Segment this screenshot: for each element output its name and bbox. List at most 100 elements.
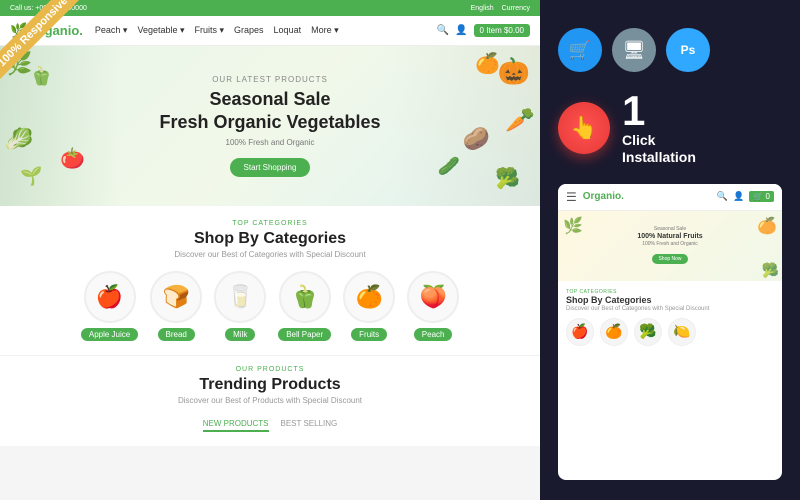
veg-potato-icon: 🥔 [463,126,490,152]
cart-icon: 🛒 [569,40,591,61]
category-img-fruits: 🍊 [343,271,395,323]
cart-icon-button[interactable]: 🛒 [558,28,602,72]
hero-subtitle: OUR LATEST PRODUCTS [159,75,380,84]
mobile-menu-icon[interactable]: ☰ [566,190,577,204]
main-container: 100% Responsive Call us: +00 (000) 00000… [0,0,800,500]
category-img-peach: 🍑 [407,271,459,323]
category-img-apple: 🍎 [84,271,136,323]
nav-link-vegetable[interactable]: Vegetable ▾ [137,25,184,36]
categories-section: TOP CATEGORIES Shop By Categories Discov… [0,206,540,355]
category-item-bread[interactable]: 🍞 Bread [150,271,202,341]
mobile-cat-orange[interactable]: 🍊 [600,318,628,346]
click-button[interactable]: 👆 [558,102,610,154]
category-label-apple: Apple Juice [81,328,138,341]
mobile-hero: 🌿 🍊 🥦 Seasonal Sale 100% Natural Fruits … [558,211,782,281]
icon-buttons-row: 🛒 🖥 Ps [558,28,782,72]
trending-tabs: NEW PRODUCTS BEST SELLING [20,417,520,432]
trending-tag: OUR PRODUCTS [20,366,520,373]
veg-pumpkin-icon: 🎃 [498,56,530,87]
categories-tag: TOP CATEGORIES [20,220,520,227]
veg-orange-icon: 🍊 [475,51,500,76]
corner-banner-text: 100% Responsive [0,0,86,85]
mobile-preview: ☰ Organio. 🔍 👤 🛒 0 🌿 🍊 🥦 Seasonal Sale 1… [558,184,782,480]
veg-herb-icon: 🌱 [20,166,42,187]
hero-title-line2: Fresh Organic Vegetables [159,112,380,132]
nav-links: Peach ▾ Vegetable ▾ Fruits ▾ Grapes Loqu… [95,25,425,36]
veg-cucumber-icon: 🥒 [438,156,460,177]
photoshop-icon-button[interactable]: Ps [666,28,710,72]
nav-icons: 🔍 👤 0 Item $0.00 [437,24,530,37]
mobile-categories-title: Shop By Categories [566,295,774,305]
trending-title: Trending Products [20,376,520,394]
photoshop-label: Ps [681,43,696,57]
click-label-line2: Installation [622,149,696,166]
hero-title: Seasonal Sale Fresh Organic Vegetables [159,88,380,135]
mobile-user-icon[interactable]: 👤 [733,191,744,202]
click-number: 1 [622,90,696,132]
category-label-bellpaper: Bell Paper [278,328,331,341]
mobile-hero-content: Seasonal Sale 100% Natural Fruits 100% F… [637,226,702,265]
click-installation: 👆 1 Click Installation [558,90,782,166]
category-item-apple[interactable]: 🍎 Apple Juice [81,271,138,341]
category-img-milk: 🥛 [214,271,266,323]
click-label-line1: Click [622,132,696,149]
nav-link-fruits[interactable]: Fruits ▾ [195,25,225,36]
mobile-search-icon[interactable]: 🔍 [717,191,728,202]
mobile-cat-lemon[interactable]: 🍋 [668,318,696,346]
tab-new-products[interactable]: NEW PRODUCTS [203,417,269,432]
hero-title-line1: Seasonal Sale [209,89,330,109]
trending-section: OUR PRODUCTS Trending Products Discover … [0,355,540,446]
mobile-categories: TOP CATEGORIES Shop By Categories Discov… [558,281,782,354]
top-bar-language[interactable]: English [471,5,494,12]
pointer-icon: 👆 [570,115,597,141]
search-icon[interactable]: 🔍 [437,25,449,36]
mobile-veg-left-icon: 🌿 [563,216,583,236]
hero-content: OUR LATEST PRODUCTS Seasonal Sale Fresh … [159,75,380,178]
click-text: 1 Click Installation [622,90,696,166]
website-preview: 100% Responsive Call us: +00 (000) 00000… [0,0,540,500]
category-img-bread: 🍞 [150,271,202,323]
mobile-cat-apple[interactable]: 🍎 [566,318,594,346]
categories-desc: Discover our Best of Categories with Spe… [20,250,520,259]
trending-desc: Discover our Best of Products with Speci… [20,396,520,405]
category-label-peach: Peach [414,328,453,341]
mobile-icons: 🔍 👤 🛒 0 [717,191,774,202]
mobile-veg-rb-icon: 🥦 [762,262,779,279]
nav-link-more[interactable]: More ▾ [311,25,339,36]
mobile-hero-cta[interactable]: Shop Now [652,254,687,264]
mobile-cat-img-orange: 🍊 [600,318,628,346]
monitor-icon-button[interactable]: 🖥 [612,28,656,72]
categories-grid: 🍎 Apple Juice 🍞 Bread 🥛 Milk 🫑 Bell Pape… [20,271,520,341]
hero-cta-button[interactable]: Start Shopping [230,158,311,177]
category-label-milk: Milk [225,328,255,341]
hero-description: 100% Fresh and Organic [159,138,380,147]
right-panel: 🛒 🖥 Ps 👆 1 Click Installation ☰ [540,0,800,500]
tab-best-selling[interactable]: BEST SELLING [281,417,338,432]
mobile-hero-title: 100% Natural Fruits [637,232,702,241]
category-item-bellpaper[interactable]: 🫑 Bell Paper [278,271,331,341]
mobile-logo: Organio. [583,191,711,202]
mobile-cat-broccoli[interactable]: 🥦 [634,318,662,346]
category-item-milk[interactable]: 🥛 Milk [214,271,266,341]
cart-button[interactable]: 0 Item $0.00 [474,24,530,37]
category-label-fruits: Fruits [351,328,387,341]
mobile-cat-img-apple: 🍎 [566,318,594,346]
mobile-hero-subtitle: 100% Fresh and Organic [637,241,702,247]
categories-title: Shop By Categories [20,230,520,248]
mobile-cart-icon[interactable]: 🛒 0 [749,191,774,202]
veg-broccoli-icon: 🥦 [495,166,520,191]
category-item-fruits[interactable]: 🍊 Fruits [343,271,395,341]
nav-link-grapes[interactable]: Grapes [234,25,264,36]
mobile-veg-right-icon: 🍊 [757,216,777,236]
nav-link-loquat[interactable]: Loquat [274,25,302,36]
corner-banner: 100% Responsive [0,0,110,110]
user-icon[interactable]: 👤 [455,25,467,36]
category-item-peach[interactable]: 🍑 Peach [407,271,459,341]
mobile-cat-grid: 🍎 🍊 🥦 🍋 [566,318,774,346]
monitor-icon: 🖥 [623,40,646,61]
veg-carrot-icon: 🥕 [505,106,535,135]
category-img-bellpaper: 🫑 [279,271,331,323]
mobile-cat-img-broccoli: 🥦 [634,318,662,346]
veg-tomato-icon: 🍅 [60,146,85,171]
top-bar-currency[interactable]: Currency [502,5,530,12]
